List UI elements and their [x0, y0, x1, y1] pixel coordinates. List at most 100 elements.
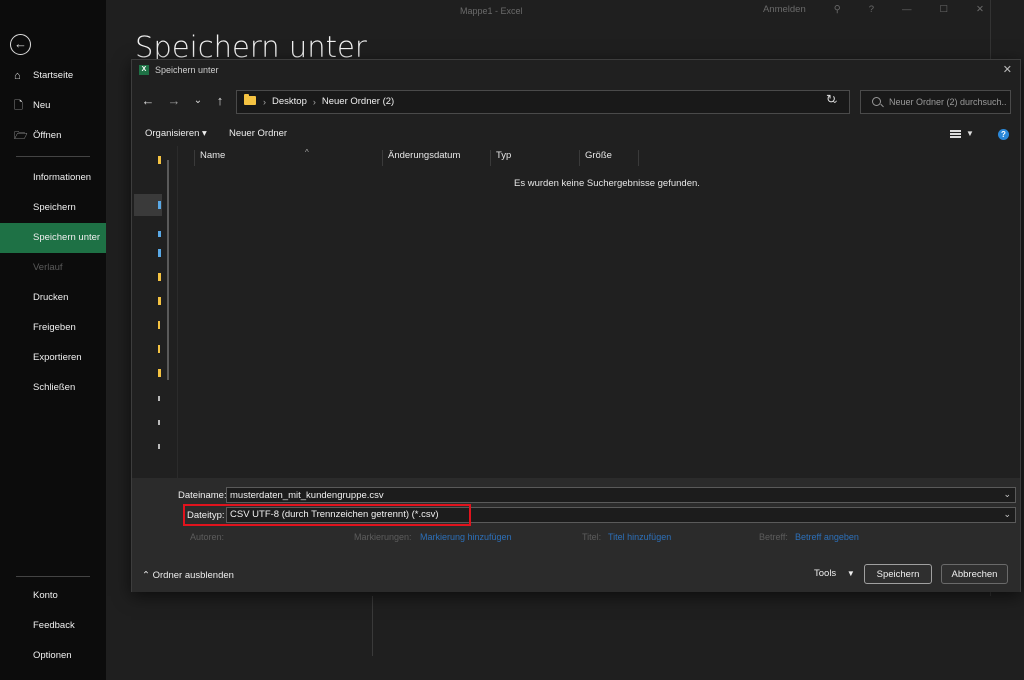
- nav-item-konto[interactable]: Konto: [0, 581, 106, 611]
- address-bar[interactable]: › Desktop › Neuer Ordner (2) ⌄: [236, 90, 850, 114]
- minimize-icon[interactable]: —: [902, 4, 912, 15]
- search-input[interactable]: [889, 94, 1007, 110]
- chevron-down-icon[interactable]: ⌄: [1003, 489, 1011, 500]
- dialog-titlebar: X Speichern unter ✕: [132, 60, 1020, 80]
- breadcrumb-separator-icon: ›: [312, 96, 316, 107]
- up-arrow-icon[interactable]: ↑: [212, 93, 228, 108]
- organize-button[interactable]: Organisieren ▾: [145, 128, 207, 139]
- empty-results-message: Es wurden keine Suchergebnisse gefunden.: [514, 178, 700, 189]
- nav-item-schliessen[interactable]: Schließen: [0, 373, 106, 403]
- dialog-toolbar: Organisieren ▾ Neuer Ordner ▼ ?: [132, 124, 1020, 144]
- drive-icon[interactable]: [158, 444, 160, 449]
- cancel-button[interactable]: Abbrechen: [941, 564, 1008, 584]
- sidebar-divider: [16, 576, 90, 577]
- hide-folders-label: Ordner ausblenden: [152, 570, 234, 581]
- view-options-icon[interactable]: [950, 130, 961, 138]
- folder-icon[interactable]: [158, 345, 160, 353]
- sidebar-divider: [16, 156, 90, 157]
- hide-folders-button[interactable]: ⌃ Ordner ausblenden: [142, 570, 234, 581]
- download-icon[interactable]: [158, 231, 161, 237]
- back-arrow-icon[interactable]: ←: [140, 93, 156, 108]
- folder-icon[interactable]: [158, 273, 161, 281]
- chevron-down-icon[interactable]: ▼: [966, 129, 974, 138]
- folder-icon[interactable]: [158, 156, 161, 164]
- sort-up-icon: ^: [305, 148, 309, 157]
- nav-item-label: Öffnen: [33, 130, 62, 141]
- nav-item-startseite[interactable]: ⌂ Startseite: [0, 61, 106, 91]
- filetype-highlight-box: [183, 504, 471, 526]
- new-folder-button[interactable]: Neuer Ordner: [229, 128, 287, 139]
- column-header-name[interactable]: Name ^: [194, 148, 382, 166]
- home-icon: ⌂: [14, 70, 21, 82]
- search-icon: [872, 97, 881, 106]
- nav-item-oeffnen[interactable]: 🗁 Öffnen: [0, 121, 106, 151]
- drive-icon[interactable]: [158, 396, 160, 401]
- breadcrumb: › Desktop › Neuer Ordner (2): [263, 96, 394, 107]
- save-as-dialog: X Speichern unter ✕ ← → ⌄ ↑ › Desktop › …: [131, 59, 1021, 592]
- add-title-link[interactable]: Titel hinzufügen: [608, 532, 671, 542]
- nav-item-drucken[interactable]: Drucken: [0, 283, 106, 313]
- close-icon[interactable]: ✕: [1003, 63, 1012, 76]
- nav-item-feedback[interactable]: Feedback: [0, 611, 106, 641]
- tools-label: Tools: [814, 568, 837, 579]
- column-header-label: Name: [200, 150, 226, 161]
- tags-label: Markierungen:: [354, 532, 412, 542]
- subject-label: Betreff:: [759, 532, 788, 542]
- folder-icon[interactable]: [158, 369, 161, 377]
- nav-item-speichern-unter[interactable]: Speichern unter: [0, 223, 106, 253]
- file-list: Name ^ Änderungsdatum Typ Größe Es wurde…: [178, 146, 1020, 478]
- breadcrumb-desktop[interactable]: Desktop: [272, 96, 307, 107]
- dialog-title: Speichern unter: [155, 65, 219, 75]
- nav-item-verlauf: Verlauf: [33, 262, 63, 273]
- column-header-size[interactable]: Größe: [579, 150, 639, 166]
- maximize-icon[interactable]: ☐: [940, 4, 949, 15]
- authors-label: Autoren:: [190, 532, 225, 542]
- column-header-date[interactable]: Änderungsdatum: [382, 150, 490, 166]
- title-label: Titel:: [582, 532, 602, 542]
- app-title: Mappe1 - Excel: [460, 6, 523, 16]
- open-folder-icon: 🗁: [14, 130, 28, 142]
- nav-item-neu[interactable]: 🗋 Neu: [0, 91, 106, 121]
- folder-icon[interactable]: [158, 321, 160, 329]
- help-icon[interactable]: ?: [998, 129, 1009, 140]
- backstage-sidebar: ← ⌂ Startseite 🗋 Neu 🗁 Öffnen Informatio…: [0, 0, 106, 680]
- folder-icon: [244, 94, 256, 105]
- navigation-pane-scrollbar[interactable]: [167, 160, 169, 380]
- divider: [372, 596, 373, 656]
- chevron-up-icon: ⌃: [142, 570, 150, 581]
- help-icon[interactable]: ?: [869, 4, 874, 15]
- desktop-icon[interactable]: [158, 201, 161, 209]
- filename-input[interactable]: [230, 489, 955, 501]
- close-icon[interactable]: ✕: [976, 4, 984, 15]
- chevron-down-icon: ▼: [846, 569, 855, 578]
- nav-item-label: Neu: [33, 100, 51, 111]
- forward-arrow-icon[interactable]: →: [166, 93, 182, 108]
- nav-item-label: Startseite: [33, 70, 74, 81]
- recent-locations-chevron-icon[interactable]: ⌄: [190, 95, 206, 106]
- new-document-icon: 🗋: [14, 100, 23, 112]
- drive-icon[interactable]: [158, 420, 160, 425]
- nav-item-informationen[interactable]: Informationen: [0, 163, 106, 193]
- add-subject-link[interactable]: Betreff angeben: [795, 532, 859, 542]
- folder-icon[interactable]: [158, 297, 161, 305]
- column-header-type[interactable]: Typ: [490, 150, 579, 166]
- nav-item-exportieren[interactable]: Exportieren: [0, 343, 106, 373]
- tools-button[interactable]: Tools ▼: [814, 568, 855, 579]
- breadcrumb-folder[interactable]: Neuer Ordner (2): [322, 96, 394, 107]
- add-tag-link[interactable]: Markierung hinzufügen: [420, 532, 512, 542]
- nav-item-optionen[interactable]: Optionen: [0, 641, 106, 671]
- coauthoring-icon[interactable]: ⚲: [834, 4, 841, 15]
- dialog-footer: Dateiname: ⌄ Dateityp: CSV UTF-8 (durch …: [132, 478, 1020, 592]
- save-button[interactable]: Speichern: [864, 564, 932, 584]
- filename-combobox: ⌄: [226, 487, 1016, 503]
- signin-link[interactable]: Anmelden: [763, 4, 806, 15]
- excel-icon: X: [139, 65, 149, 75]
- breadcrumb-separator-icon: ›: [263, 96, 266, 107]
- dialog-navbar: ← → ⌄ ↑ › Desktop › Neuer Ordner (2) ⌄ ↻: [132, 88, 1020, 118]
- nav-item-speichern[interactable]: Speichern: [0, 193, 106, 223]
- back-arrow-icon[interactable]: ←: [10, 34, 31, 55]
- document-icon[interactable]: [158, 249, 161, 257]
- refresh-icon[interactable]: ↻: [826, 92, 836, 106]
- nav-item-freigeben[interactable]: Freigeben: [0, 313, 106, 343]
- chevron-down-icon[interactable]: ⌄: [1003, 509, 1011, 520]
